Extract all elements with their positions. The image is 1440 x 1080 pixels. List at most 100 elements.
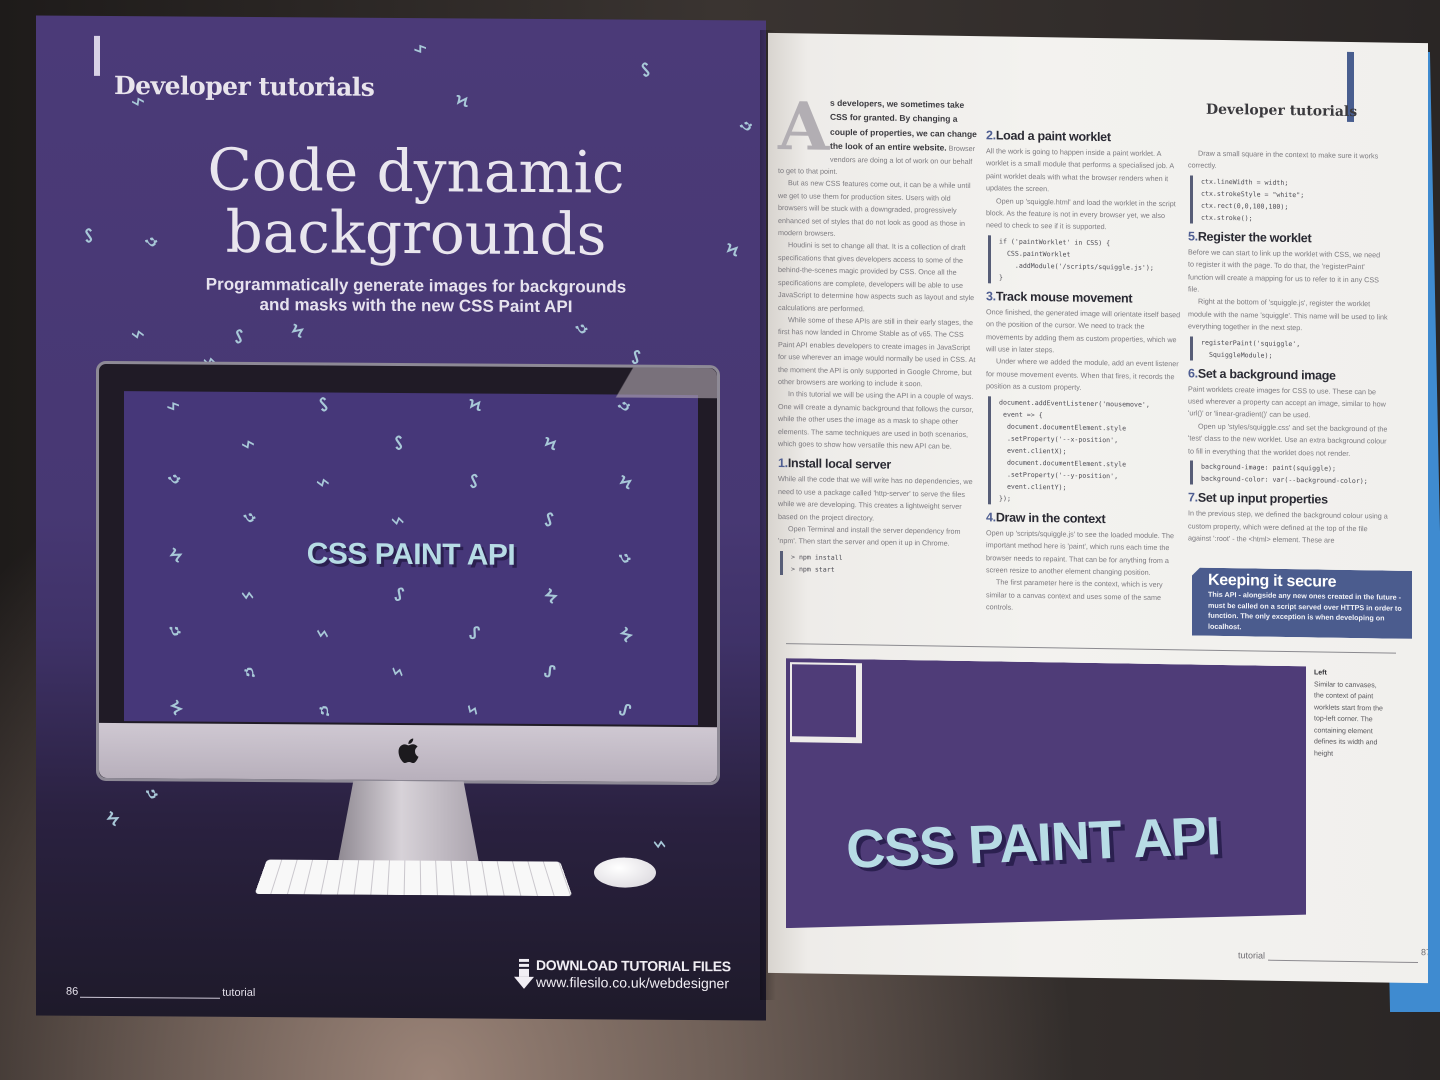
squiggle-icon: ᔑ xyxy=(389,433,410,454)
screen-headline: CSS PAINT API xyxy=(306,537,516,572)
step-title: Draw in the context xyxy=(995,510,1106,526)
step-heading: 1.Install local server xyxy=(778,456,978,474)
squiggle-icon: ᔑ xyxy=(392,586,407,605)
folio-rule xyxy=(1268,952,1419,964)
body-paragraph: While all the code that we will write ha… xyxy=(778,474,973,523)
body-paragraph: The first parameter here is the context,… xyxy=(986,577,1163,612)
step-number: 2. xyxy=(986,128,996,143)
body-paragraph: In this tutorial we will be using the AP… xyxy=(778,389,974,451)
step-number: 6. xyxy=(1188,366,1198,381)
step-title: Track mouse movement xyxy=(995,289,1133,306)
squiggle-icon: ϟ xyxy=(314,625,333,644)
squiggle-icon: ኃ xyxy=(737,117,757,136)
caption-text: Similar to canvases, the context of pain… xyxy=(1314,680,1383,758)
squiggle-icon: ኃ xyxy=(142,787,162,801)
body-paragraph: Open up 'squiggle.html' and load the wor… xyxy=(986,196,1176,232)
step-5: 5.Register the worklet Before we can sta… xyxy=(1188,229,1388,364)
download-url-link[interactable]: www.filesilo.co.uk/webdesigner xyxy=(536,974,729,991)
squiggle-icon: ኃ xyxy=(240,667,259,678)
body-paragraph: Open up 'scripts/squiggle.js' to see the… xyxy=(986,527,1175,577)
squiggle-icon: ᔑ xyxy=(465,472,484,493)
imac-chin xyxy=(99,722,717,783)
column-2: 2.Load a paint worklet All the work is g… xyxy=(986,122,1182,617)
step-heading: 7.Set up input properties xyxy=(1188,491,1388,509)
step-title: Set up input properties xyxy=(1197,490,1328,507)
code-block: > npm install > npm start xyxy=(780,550,978,578)
step-heading: 6.Set a background image xyxy=(1188,366,1388,384)
folio-rule xyxy=(80,987,221,999)
body-paragraph: Open Terminal and install the server dep… xyxy=(778,524,961,549)
step-7: 7.Set up input properties In the previou… xyxy=(1188,491,1388,548)
download-title: DOWNLOAD TUTORIAL FILES xyxy=(536,956,731,975)
intro-paragraph: A s developers, we sometimes take CSS fo… xyxy=(778,87,978,181)
squiggle-icon: ϟ xyxy=(239,588,259,605)
code-block: if ('paintWorklet' in CSS) { CSS.paintWo… xyxy=(988,235,1182,287)
squiggle-icon: ϟ xyxy=(240,439,259,451)
right-page: Developer tutorials A s developers, we s… xyxy=(768,32,1428,984)
body-paragraph: Once finished, the generated image will … xyxy=(986,307,1181,355)
section-divider xyxy=(786,643,1396,654)
step-heading: 2.Load a paint worklet xyxy=(986,128,1182,146)
squiggle-icon: ᔑ xyxy=(617,701,633,721)
step-6: 6.Set a background image Paint worklets … xyxy=(1188,366,1388,488)
step-1: 1.Install local server While all the cod… xyxy=(778,456,978,578)
body-paragraph: But as new CSS features come out, it can… xyxy=(778,178,971,238)
squiggle-icon: Ϟ xyxy=(455,92,469,111)
figure-image: CSS PAINT API xyxy=(786,658,1306,936)
step-title: Install local server xyxy=(787,456,891,473)
code-block: registerPaint('squiggle', SquiggleModule… xyxy=(1190,336,1388,364)
body-paragraph: Houdini is set to change all that. It is… xyxy=(778,240,975,313)
body-paragraph: Before we can start to link up the workl… xyxy=(1188,247,1381,294)
squiggle-icon: ኃ xyxy=(240,509,260,526)
squiggle-icon: ᔑ xyxy=(468,625,481,643)
squiggle-icon: ኃ xyxy=(615,397,635,416)
download-arrow-icon xyxy=(514,958,534,989)
squiggle-icon: Ϟ xyxy=(724,241,740,261)
body-paragraph: Right at the bottom of 'squiggle.js', re… xyxy=(1188,297,1388,333)
caption-label: Left xyxy=(1314,669,1327,677)
squiggle-icon: ᔑ xyxy=(543,663,557,682)
step-title: Set a background image xyxy=(1197,366,1336,383)
squiggle-icon: Ϟ xyxy=(165,698,186,719)
squiggle-icon: ᔑ xyxy=(79,226,100,247)
squiggle-icon: ϟ xyxy=(389,663,408,682)
code-block: background-image: paint(squiggle); backg… xyxy=(1190,460,1388,488)
boxout-keeping-it-secure: Keeping it secure This API - alongside a… xyxy=(1192,567,1412,638)
step-number: 1. xyxy=(778,456,788,471)
squiggle-icon: ϟ xyxy=(314,476,334,490)
figure-headline: CSS PAINT API xyxy=(844,806,1222,880)
body-paragraph: Paint worklets create images for CSS to … xyxy=(1188,384,1386,420)
squiggle-icon: ኃ xyxy=(166,625,185,637)
squiggle-icon: ኃ xyxy=(572,321,592,337)
squiggle-icon: ᔑ xyxy=(314,395,335,416)
body-paragraph: Under where we added the module, add an … xyxy=(986,356,1179,393)
step-number: 5. xyxy=(1188,229,1198,244)
section-label: tutorial xyxy=(222,986,256,999)
page-folio: 86 tutorial xyxy=(66,986,255,999)
squiggle-icon: ᔑ xyxy=(230,327,249,348)
step-heading: 4.Draw in the context xyxy=(986,510,1182,528)
page-folio: tutorial 87 xyxy=(1238,947,1428,964)
code-block: document.addEventListener('mousemove', e… xyxy=(988,395,1182,508)
section-kicker: Developer tutorials xyxy=(1206,101,1358,121)
squiggle-icon: Ϟ xyxy=(542,434,558,455)
squiggle-icon: ϟ xyxy=(389,514,409,529)
boxout-body: This API - alongside any new ones create… xyxy=(1208,589,1402,631)
squiggle-icon: Ϟ xyxy=(468,397,482,415)
squiggle-icon: ϟ xyxy=(166,401,183,411)
squiggle-icon: Ϟ xyxy=(288,321,306,342)
step-4-continued: Draw a small square in the context to ma… xyxy=(1188,147,1388,227)
figure-caption: Left Similar to canvases, the context of… xyxy=(1314,667,1388,760)
step-heading: 3.Track mouse movement xyxy=(986,289,1182,307)
column-1: A s developers, we sometimes take CSS fo… xyxy=(778,87,978,581)
page-number: 87 xyxy=(1421,947,1428,958)
squiggle-icon: ϟ xyxy=(130,96,149,108)
squiggle-icon: ϟ xyxy=(651,836,671,854)
step-2: 2.Load a paint worklet All the work is g… xyxy=(986,128,1182,287)
section-label: tutorial xyxy=(1238,950,1266,961)
body-paragraph: Draw a small square in the context to ma… xyxy=(1188,148,1379,171)
squiggle-icon: ኃ xyxy=(142,233,162,251)
step-number: 7. xyxy=(1188,490,1198,505)
step-number: 4. xyxy=(986,509,996,525)
squiggle-icon: Ϟ xyxy=(615,624,636,646)
